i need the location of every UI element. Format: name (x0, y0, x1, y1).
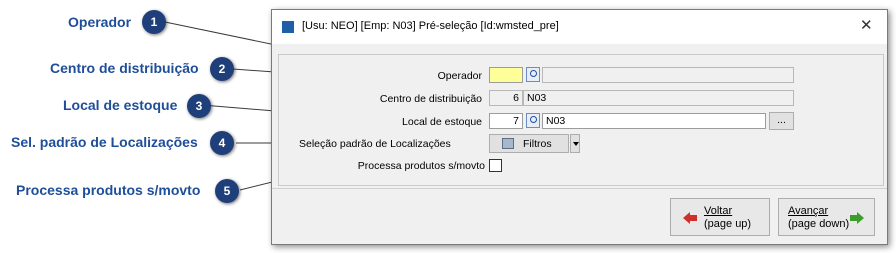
back-arrow-icon (683, 212, 690, 224)
filtros-button[interactable]: Filtros (489, 134, 569, 153)
title-bar: [Usu: NEO] [Emp: N03] Pré-seleção [Id:wm… (272, 10, 887, 44)
centro-code-field: 6 (489, 90, 523, 106)
callout-badge-1: 1 (142, 10, 166, 34)
callout-label-operador: Operador (68, 14, 132, 30)
window-title: [Usu: NEO] [Emp: N03] Pré-seleção [Id:wm… (302, 20, 559, 32)
local-lookup-icon[interactable] (526, 113, 540, 128)
operador-lookup-icon[interactable] (526, 67, 540, 82)
filtros-dropdown-button[interactable] (570, 134, 580, 153)
local-description-input[interactable]: N03 (542, 113, 766, 129)
callout-label-processa: Processa produtos s/movto (16, 182, 201, 198)
centro-label: Centro de distribuição (379, 93, 482, 105)
callout-label-selecao: Sel. padrão de Localizações (11, 134, 198, 150)
callout-badge-5: 5 (215, 179, 239, 203)
close-icon[interactable]: ✕ (860, 16, 873, 34)
callout-badge-2: 2 (210, 57, 234, 81)
chevron-down-icon (573, 142, 579, 146)
forward-arrow-icon (857, 212, 864, 224)
processa-label: Processa produtos s/movto (357, 160, 485, 172)
back-arrow-tail (690, 215, 697, 221)
avancar-label: Avançar (788, 205, 829, 217)
avancar-shortcut: (page down) (788, 218, 850, 230)
voltar-shortcut: (page up) (704, 218, 752, 230)
operador-description-field (542, 67, 794, 83)
filter-icon (502, 138, 514, 149)
local-code-input[interactable]: 7 (489, 113, 523, 129)
operador-code-input[interactable] (489, 67, 523, 83)
selecao-label: Seleção padrão de Localizações (299, 138, 451, 150)
forward-arrow-tail (850, 215, 857, 221)
local-label: Local de estoque (402, 116, 482, 128)
filtros-button-label: Filtros (523, 138, 552, 150)
avancar-button[interactable]: Avançar (page down) (778, 198, 875, 236)
preselecao-dialog: [Usu: NEO] [Emp: N03] Pré-seleção [Id:wm… (271, 9, 888, 245)
centro-description-field: N03 (523, 90, 794, 106)
callout-badge-3: 3 (187, 94, 211, 118)
voltar-label: Voltar (704, 205, 733, 217)
app-icon (282, 21, 294, 33)
voltar-button[interactable]: Voltar (page up) (670, 198, 770, 236)
footer-separator (272, 188, 887, 189)
callout-label-centro: Centro de distribuição (50, 60, 199, 76)
callout-badge-4: 4 (210, 131, 234, 155)
operador-label: Operador (437, 70, 482, 82)
callout-label-local: Local de estoque (63, 97, 178, 113)
local-ellipsis-button[interactable]: ... (769, 112, 794, 130)
processa-checkbox[interactable] (489, 159, 502, 172)
